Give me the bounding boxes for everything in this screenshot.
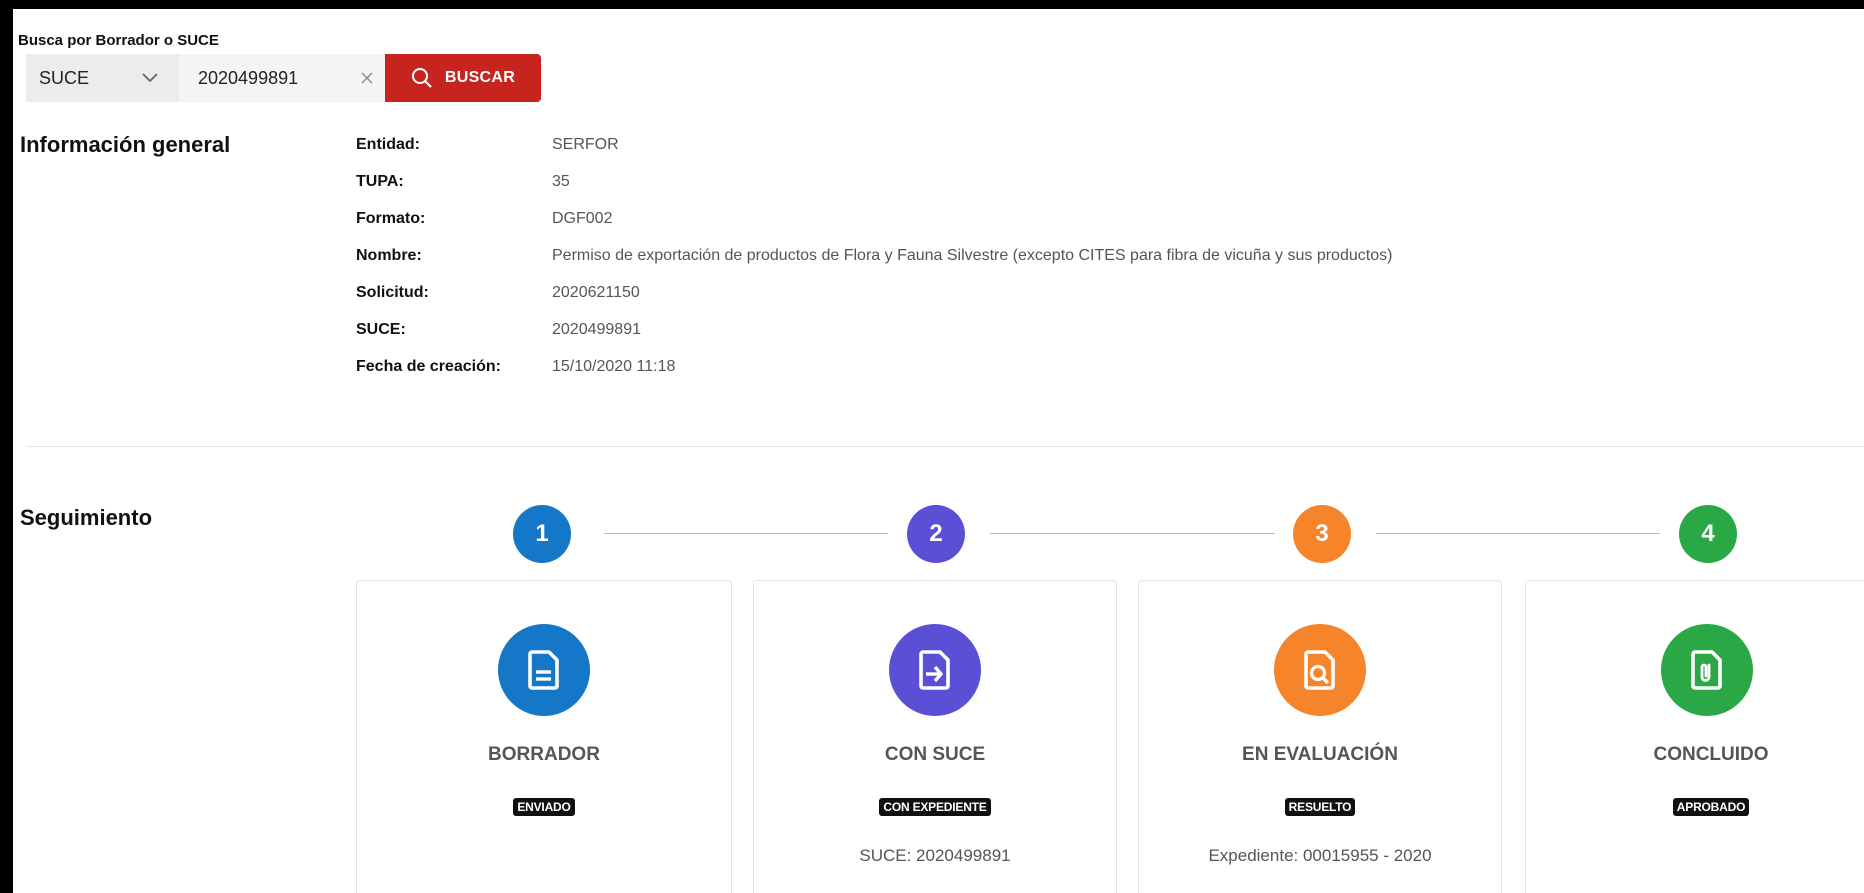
step-card-borrador: BORRADOR ENVIADO	[356, 580, 732, 893]
card-title: CONCLUIDO	[1653, 744, 1769, 765]
status-badge: CON EXPEDIENTE	[879, 798, 991, 816]
clear-icon[interactable]	[359, 70, 375, 86]
info-value: 35	[552, 173, 570, 190]
general-info-title: Información general	[20, 132, 231, 157]
info-row-tupa: TUPA: 35	[356, 173, 1392, 210]
info-key: Formato:	[356, 210, 426, 227]
search-input-value: 2020499891	[198, 67, 299, 88]
document-icon	[528, 650, 559, 690]
info-value: 2020499891	[552, 321, 641, 338]
step-connector	[1376, 533, 1660, 534]
card-icon-circle	[498, 624, 590, 716]
info-value: 2020621150	[552, 284, 640, 301]
document-arrow-icon	[919, 650, 950, 690]
status-badge: APROBADO	[1672, 798, 1750, 816]
card-badge-wrap: CON EXPEDIENTE	[754, 798, 1116, 816]
step-number-3: 3	[1293, 505, 1351, 563]
info-key: Nombre:	[356, 247, 422, 264]
step-card-concluido: CONCLUIDO APROBADO	[1525, 580, 1864, 893]
info-row-formato: Formato: DGF002	[356, 210, 1392, 247]
info-row-nombre: Nombre: Permiso de exportación de produc…	[356, 247, 1392, 284]
info-row-fecha: Fecha de creación: 15/10/2020 11:18	[356, 358, 1392, 395]
card-badge-wrap: RESUELTO	[1139, 798, 1501, 816]
card-detail: SUCE: 2020499891	[859, 846, 1011, 865]
card-detail: Expediente: 00015955 - 2020	[1208, 846, 1432, 865]
search-button-label: BUSCAR	[444, 69, 516, 86]
search-type-value: SUCE	[39, 67, 90, 88]
card-title: BORRADOR	[488, 744, 600, 765]
search-type-select[interactable]: SUCE	[26, 54, 179, 102]
section-divider	[26, 446, 1864, 447]
search-input[interactable]: 2020499891	[179, 54, 385, 102]
info-row-solicitud: Solicitud: 2020621150	[356, 284, 1392, 321]
step-card-con-suce: CON SUCE CON EXPEDIENTE SUCE: 2020499891	[753, 580, 1117, 893]
info-key: Fecha de creación:	[356, 358, 501, 375]
card-icon-circle	[1661, 624, 1753, 716]
document-clip-icon	[1691, 650, 1722, 690]
info-key: SUCE:	[356, 321, 406, 338]
info-row-entidad: Entidad: SERFOR	[356, 136, 1392, 173]
general-info-list: Entidad: SERFOR TUPA: 35 Formato: DGF002…	[356, 136, 1392, 395]
info-value: DGF002	[552, 210, 613, 227]
search-label: Busca por Borrador o SUCE	[18, 32, 219, 49]
card-badge-wrap: APROBADO	[1526, 798, 1864, 816]
status-badge: ENVIADO	[513, 798, 575, 816]
document-search-icon	[1304, 650, 1335, 690]
step-connector	[604, 533, 888, 534]
card-badge-wrap: ENVIADO	[357, 798, 731, 816]
card-title: CON SUCE	[884, 744, 986, 765]
status-badge: RESUELTO	[1284, 798, 1356, 816]
info-value: Permiso de exportación de productos de F…	[552, 247, 1393, 264]
info-key: TUPA:	[356, 173, 404, 190]
search-button[interactable]: BUSCAR	[385, 54, 541, 102]
chevron-down-icon	[142, 73, 158, 83]
step-number-4: 4	[1679, 505, 1737, 563]
app-frame: Busca por Borrador o SUCE SUCE 202049989…	[0, 0, 1864, 893]
search-bar: SUCE 2020499891 BUSCAR	[26, 54, 541, 102]
info-value: SERFOR	[552, 136, 619, 153]
step-number-2: 2	[907, 505, 965, 563]
search-icon	[411, 68, 432, 88]
step-card-en-evaluacion: EN EVALUACIÓN RESUELTO Expediente: 00015…	[1138, 580, 1502, 893]
info-value: 15/10/2020 11:18	[552, 358, 676, 375]
info-key: Entidad:	[356, 136, 420, 153]
info-key: Solicitud:	[356, 284, 429, 301]
card-icon-circle	[889, 624, 981, 716]
step-connector	[990, 533, 1275, 534]
page-content: Busca por Borrador o SUCE SUCE 202049989…	[18, 18, 1864, 893]
card-icon-circle	[1274, 624, 1366, 716]
step-number-1: 1	[513, 505, 571, 563]
info-row-suce: SUCE: 2020499891	[356, 321, 1392, 358]
card-title: EN EVALUACIÓN	[1242, 744, 1398, 765]
tracking-title: Seguimiento	[20, 505, 153, 530]
